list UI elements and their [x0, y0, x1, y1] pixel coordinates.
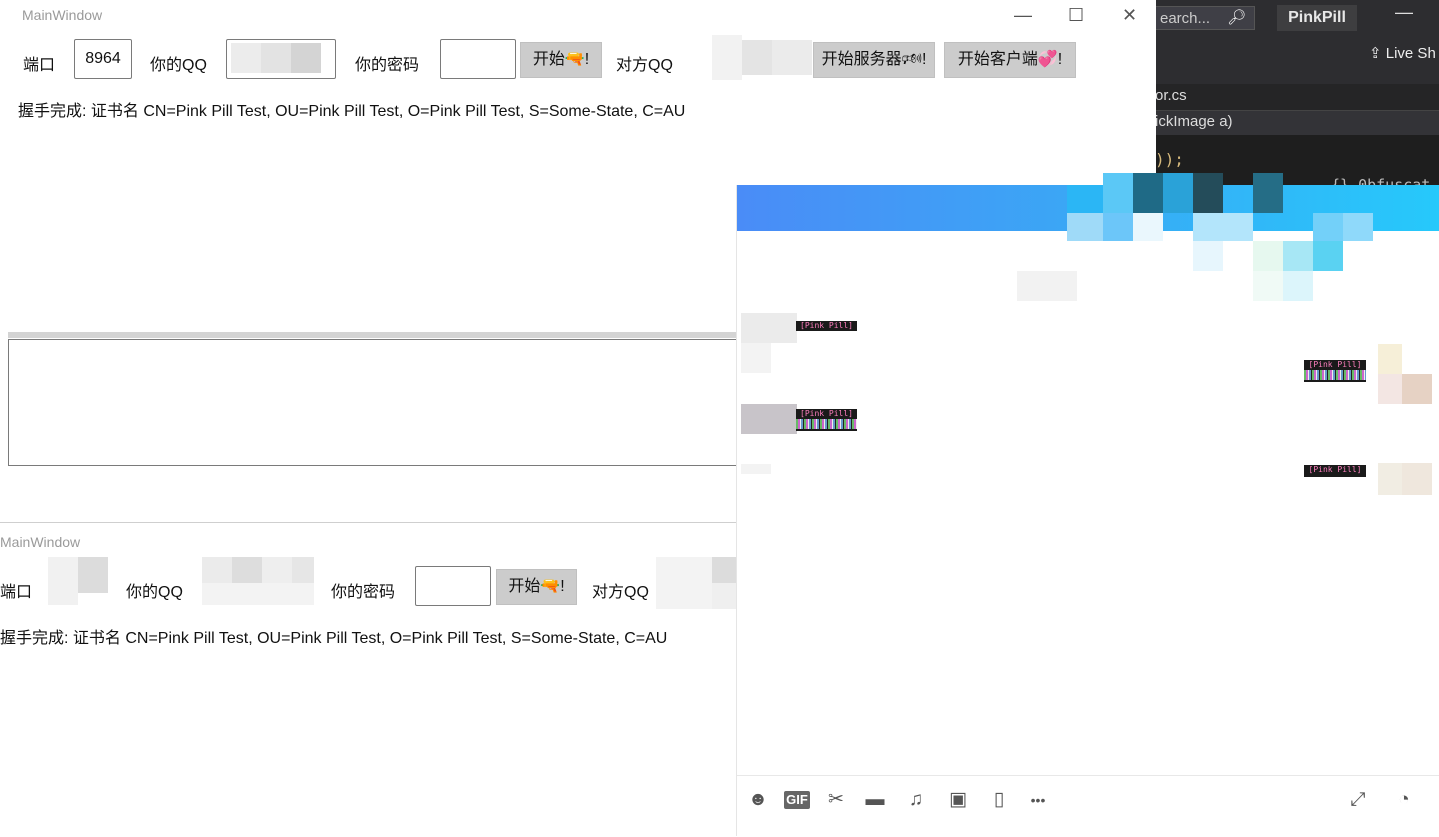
pink-pill-message[interactable]: [Pink Pill] [796, 321, 857, 331]
vs-member-dropdown[interactable]: ickImage a) [1155, 110, 1439, 135]
pink-pill-tag: [Pink Pill] [800, 321, 853, 330]
vs-minimize-button[interactable]: — [1395, 2, 1413, 23]
close-button[interactable]: ✕ [1122, 5, 1137, 26]
redacted-qq [231, 43, 321, 73]
vs-project-name: PinkPill [1277, 5, 1357, 31]
vs-member-label: ickImage a) [1155, 113, 1233, 130]
message-input[interactable] [8, 339, 737, 466]
redacted-qq[interactable] [202, 557, 314, 605]
pink-pill-tag: [Pink Pill] [1308, 360, 1362, 369]
encrypted-payload [1304, 370, 1366, 380]
vs-file-tab[interactable]: or.cs [1155, 84, 1439, 110]
handshake-status: 握手完成: 证书名 CN=Pink Pill Test, OU=Pink Pil… [18, 103, 686, 120]
image-icon[interactable]: ▣ [946, 788, 970, 812]
gif-icon[interactable]: GIF [784, 791, 810, 809]
vs-search-text: earch... [1160, 10, 1211, 27]
peer-qq-label: 对方QQ [616, 57, 673, 74]
vs-code-line: )); [1155, 150, 1184, 169]
your-qq-label: 你的QQ [126, 584, 183, 601]
your-qq-input[interactable] [226, 39, 336, 79]
history-icon[interactable]: ◔ [1392, 788, 1416, 812]
redacted-header-area [1017, 173, 1439, 313]
minimize-button[interactable]: — [1014, 5, 1032, 26]
splitter[interactable] [8, 332, 738, 338]
chat-toolbar: ☻ GIF ✂ ▬ ♫ ▣ ▯ ••• ⤢ ◔ [737, 775, 1439, 837]
pink-pill-tag: [Pink Pill] [1308, 465, 1362, 474]
live-share-label: Live Sh [1385, 45, 1436, 62]
scissors-icon[interactable]: ✂ [824, 788, 848, 812]
password-input[interactable] [415, 566, 491, 606]
pink-pill-tag: [Pink Pill] [800, 409, 853, 418]
shake-icon[interactable]: ▯ [987, 788, 1011, 812]
password-label: 你的密码 [355, 57, 420, 74]
avatar[interactable] [1378, 344, 1439, 404]
encrypted-payload [796, 419, 857, 429]
port-input[interactable]: 8964 [74, 39, 132, 79]
start-server-button[interactable]: 开始服务器🕬! [813, 42, 935, 78]
avatar[interactable] [1378, 463, 1432, 495]
start-client-button[interactable]: 开始客户端💞! [944, 42, 1076, 78]
pink-pill-message[interactable]: [Pink Pill] [1304, 465, 1366, 477]
password-input[interactable] [440, 39, 516, 79]
vs-file-tab-label: or.cs [1155, 87, 1187, 104]
start-button[interactable]: 开始🔫! [496, 569, 577, 605]
maximize-button[interactable]: ☐ [1068, 5, 1084, 26]
password-label: 你的密码 [331, 584, 396, 601]
port-label: 端口 [23, 57, 56, 74]
redacted-port[interactable] [48, 557, 108, 605]
start-button[interactable]: 开始🔫! [520, 42, 602, 78]
folder-icon[interactable]: ▬ [863, 788, 887, 812]
redacted-peer-qq [712, 35, 812, 80]
live-share-button[interactable]: ⇪ Live Sh [1369, 44, 1436, 62]
avatar[interactable] [741, 404, 797, 474]
search-icon[interactable]: 🔎︎ [1227, 8, 1246, 26]
more-icon[interactable]: ••• [1023, 788, 1053, 812]
vs-title-bar: earch... 🔎︎ PinkPill — [1155, 0, 1439, 36]
peer-qq-label: 对方QQ [592, 584, 649, 601]
redacted-peer-qq [656, 557, 736, 609]
pink-pill-message[interactable]: [Pink Pill] [1304, 360, 1366, 382]
your-qq-label: 你的QQ [150, 57, 207, 74]
music-icon[interactable]: ♫ [904, 788, 928, 812]
share-icon: ⇪ [1369, 45, 1386, 62]
avatar[interactable] [741, 313, 797, 373]
pink-pill-message[interactable]: [Pink Pill] [796, 409, 857, 431]
main-window-bottom: MainWindow 端口 你的QQ 你的密码 开始🔫! 对方QQ 握手完成: … [0, 522, 736, 837]
emoji-icon[interactable]: ☻ [746, 788, 770, 812]
port-label: 端口 [0, 584, 33, 601]
vs-search-box[interactable]: earch... 🔎︎ [1155, 6, 1255, 30]
window-title: MainWindow [0, 534, 81, 550]
window-title: MainWindow [22, 7, 103, 23]
expand-icon[interactable]: ⤢ [1346, 788, 1370, 812]
handshake-status: 握手完成: 证书名 CN=Pink Pill Test, OU=Pink Pil… [0, 630, 668, 647]
qq-chat-window: [Pink Pill] [Pink Pill] [Pink Pill] [Pin… [736, 173, 1439, 837]
